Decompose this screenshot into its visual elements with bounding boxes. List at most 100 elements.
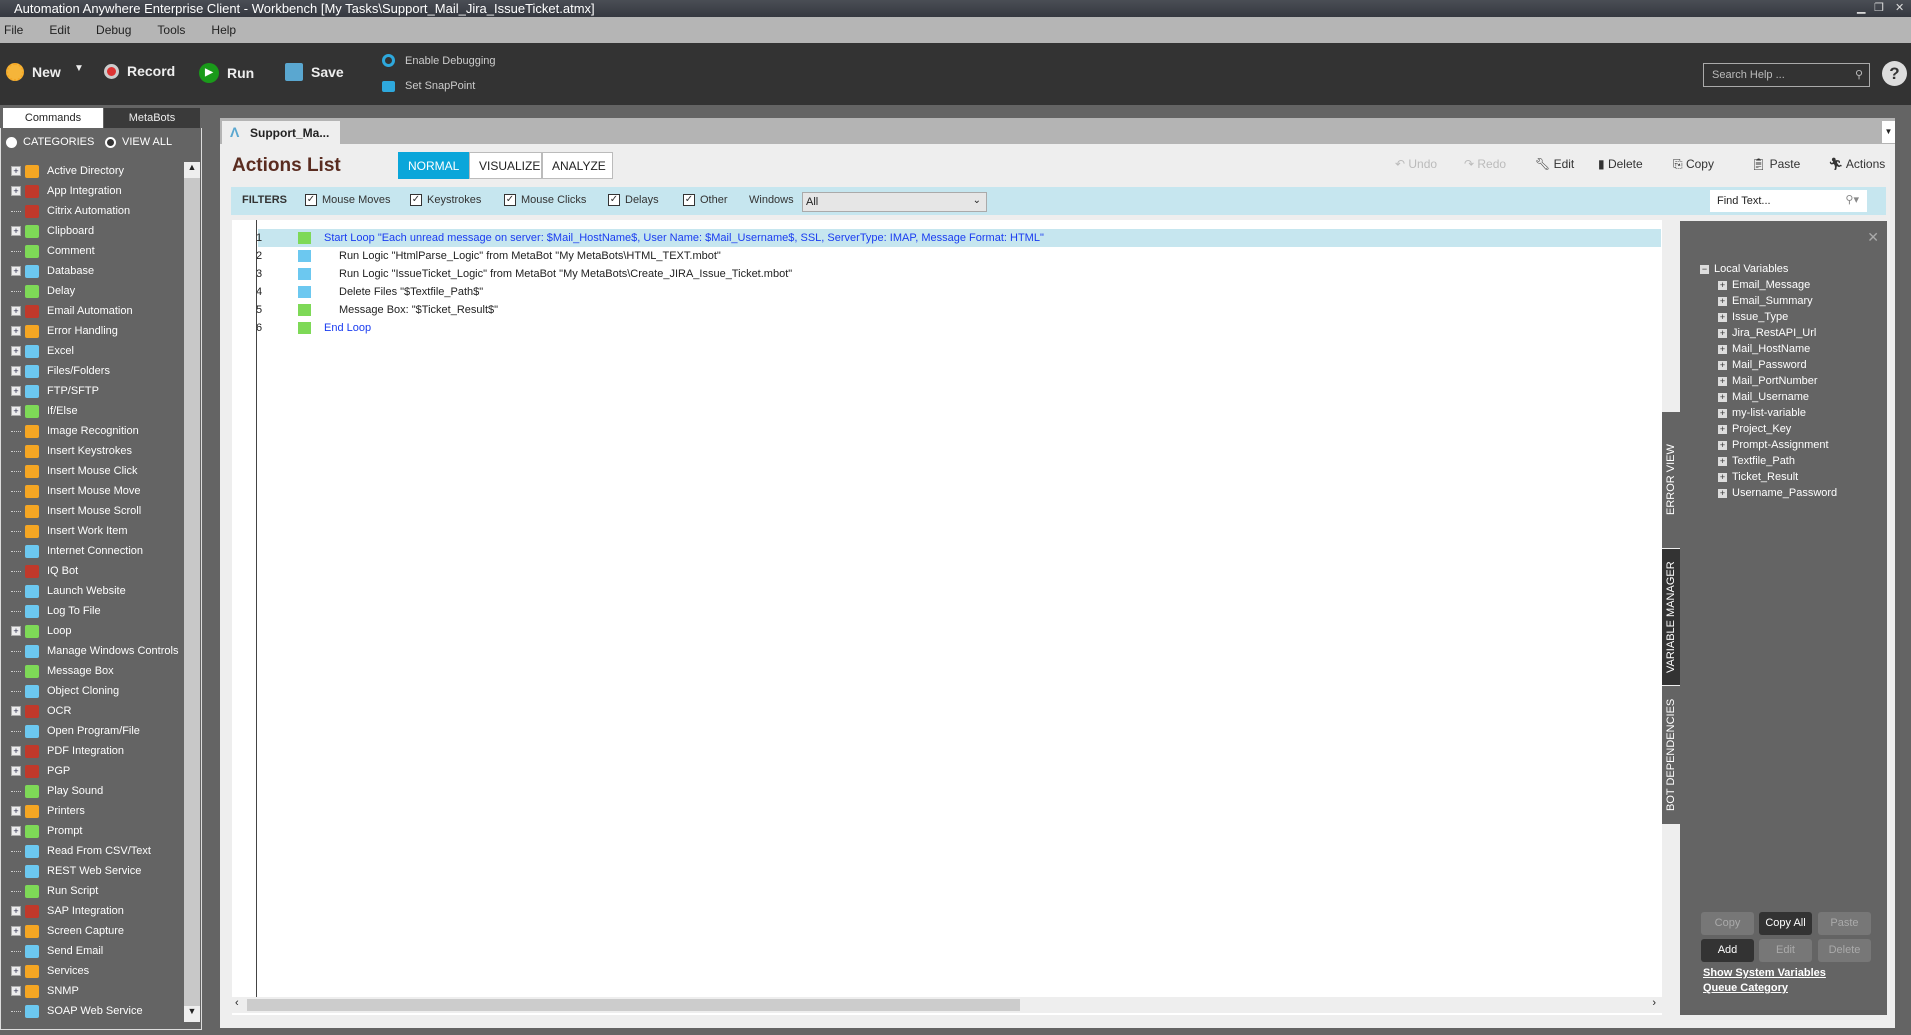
menu-tools[interactable]: Tools <box>157 23 185 37</box>
expand-icon[interactable]: + <box>1718 296 1727 306</box>
variable-item[interactable]: + Mail_Password <box>1718 359 1807 371</box>
help-button[interactable]: ? <box>1882 61 1907 86</box>
expand-icon[interactable]: + <box>1718 440 1727 450</box>
expand-icon[interactable]: + <box>11 806 21 816</box>
expand-icon[interactable]: + <box>11 766 21 776</box>
search-help-input[interactable]: Search Help ... ⚲ <box>1703 63 1870 87</box>
expand-icon[interactable]: + <box>11 166 21 176</box>
expand-icon[interactable]: + <box>1718 376 1727 386</box>
filter-mouse-moves[interactable]: ✓ Mouse Moves <box>305 194 390 206</box>
command-item[interactable]: Read From CSV/Text <box>11 841 151 861</box>
scroll-down-arrow[interactable]: ▼ <box>184 1006 200 1022</box>
command-item[interactable]: + Files/Folders <box>11 361 110 381</box>
new-button[interactable]: New <box>6 63 61 81</box>
close-icon[interactable]: ✕ <box>1867 229 1879 246</box>
command-item[interactable]: + OCR <box>11 701 71 721</box>
filter-keystrokes[interactable]: ✓ Keystrokes <box>410 194 481 206</box>
set-snappoint-button[interactable]: Set SnapPoint <box>382 80 475 92</box>
command-item[interactable]: Image Recognition <box>11 421 139 441</box>
variable-item[interactable]: + Email_Message <box>1718 279 1810 291</box>
command-item[interactable]: Insert Work Item <box>11 521 127 541</box>
menu-help[interactable]: Help <box>211 23 236 37</box>
delete-button[interactable]: ▮ Delete <box>1598 157 1643 171</box>
sidebar-scrollbar[interactable]: ▲ ▼ <box>184 162 200 1022</box>
radio-view-all[interactable]: VIEW ALL <box>105 136 172 148</box>
expand-icon[interactable]: + <box>11 966 21 976</box>
expand-icon[interactable]: + <box>1718 328 1727 338</box>
expand-icon[interactable]: + <box>11 746 21 756</box>
variable-item[interactable]: + Mail_PortNumber <box>1718 375 1818 387</box>
command-item[interactable]: + If/Else <box>11 401 78 421</box>
command-item[interactable]: REST Web Service <box>11 861 141 881</box>
action-row[interactable]: 1 Start Loop "Each unread message on serv… <box>256 229 1661 247</box>
restore-button[interactable]: ❐ <box>1874 0 1884 17</box>
command-item[interactable]: + Excel <box>11 341 74 361</box>
edit-button[interactable]: 🔧︎ Edit <box>1535 157 1574 171</box>
new-dropdown-arrow[interactable]: ▼ <box>74 63 84 74</box>
find-text-input[interactable]: Find Text... ⚲▾ <box>1710 190 1867 212</box>
variable-item[interactable]: + Jira_RestAPI_Url <box>1718 327 1816 339</box>
command-item[interactable]: + SAP Integration <box>11 901 124 921</box>
command-item[interactable]: Run Script <box>11 881 98 901</box>
var-copy-all-button[interactable]: Copy All <box>1759 912 1812 935</box>
command-item[interactable]: + Printers <box>11 801 85 821</box>
minimize-button[interactable]: ▁ <box>1857 0 1865 17</box>
expand-icon[interactable]: + <box>11 186 21 196</box>
menu-debug[interactable]: Debug <box>96 23 131 37</box>
command-item[interactable]: Open Program/File <box>11 721 140 741</box>
expand-icon[interactable]: + <box>11 906 21 916</box>
expand-icon[interactable]: + <box>11 326 21 336</box>
command-item[interactable]: + PGP <box>11 761 70 781</box>
radio-categories[interactable]: CATEGORIES <box>6 136 94 148</box>
command-item[interactable]: Delay <box>11 281 75 301</box>
expand-icon[interactable]: + <box>11 626 21 636</box>
command-item[interactable]: Launch Website <box>11 581 126 601</box>
command-item[interactable]: + Screen Capture <box>11 921 124 941</box>
record-button[interactable]: Record <box>104 63 175 79</box>
expand-icon[interactable]: + <box>1718 312 1727 322</box>
tab-commands[interactable]: Commands <box>3 108 103 128</box>
command-item[interactable]: + Loop <box>11 621 71 641</box>
expand-icon[interactable]: + <box>1718 424 1727 434</box>
variable-item[interactable]: + my-list-variable <box>1718 407 1806 419</box>
redo-button[interactable]: ↷ Redo <box>1464 157 1506 171</box>
expand-icon[interactable]: + <box>11 706 21 716</box>
command-item[interactable]: Object Cloning <box>11 681 119 701</box>
expand-icon[interactable]: + <box>11 306 21 316</box>
expand-icon[interactable]: + <box>11 346 21 356</box>
variable-item[interactable]: + Ticket_Result <box>1718 471 1798 483</box>
expand-icon[interactable]: + <box>11 386 21 396</box>
expand-icon[interactable]: + <box>11 266 21 276</box>
run-button[interactable]: ▶ Run <box>199 63 254 83</box>
variable-item[interactable]: + Mail_Username <box>1718 391 1809 403</box>
tab-error-view[interactable]: ERROR VIEW <box>1662 412 1680 548</box>
command-item[interactable]: Log To File <box>11 601 101 621</box>
expand-icon[interactable]: + <box>1718 280 1727 290</box>
paste-button[interactable]: 📋︎ Paste <box>1751 157 1800 171</box>
command-item[interactable]: Manage Windows Controls <box>11 641 178 661</box>
expand-icon[interactable]: + <box>11 406 21 416</box>
actions-editor[interactable]: 1 Start Loop "Each unread message on serv… <box>232 220 1662 1015</box>
tab-variable-manager[interactable]: VARIABLE MANAGER <box>1662 549 1680 685</box>
mode-visualize[interactable]: VISUALIZE <box>469 152 542 179</box>
scroll-left-arrow[interactable]: ‹ <box>235 997 239 1009</box>
filter-delays[interactable]: ✓ Delays <box>608 194 659 206</box>
tab-bot-dependencies[interactable]: BOT DEPENDENCIES <box>1662 686 1680 824</box>
expand-icon[interactable]: + <box>11 826 21 836</box>
tabs-dropdown-arrow[interactable]: ▼ <box>1882 121 1895 143</box>
command-item[interactable]: Citrix Automation <box>11 201 130 221</box>
mode-analyze[interactable]: ANALYZE <box>542 152 613 179</box>
action-row[interactable]: 5 Message Box: "$Ticket_Result$" <box>256 301 1661 319</box>
command-item[interactable]: Insert Mouse Move <box>11 481 141 501</box>
expand-icon[interactable]: + <box>1718 456 1727 466</box>
expand-icon[interactable]: + <box>11 986 21 996</box>
command-item[interactable]: Comment <box>11 241 95 261</box>
variable-item[interactable]: + Project_Key <box>1718 423 1791 435</box>
command-item[interactable]: Message Box <box>11 661 114 681</box>
command-item[interactable]: + PDF Integration <box>11 741 124 761</box>
command-item[interactable]: + SNMP <box>11 981 79 1001</box>
local-variables-node[interactable]: − Local Variables <box>1700 263 1788 275</box>
command-item[interactable]: SOAP Web Service <box>11 1001 143 1021</box>
variable-item[interactable]: + Email_Summary <box>1718 295 1813 307</box>
expand-icon[interactable]: + <box>1718 360 1727 370</box>
